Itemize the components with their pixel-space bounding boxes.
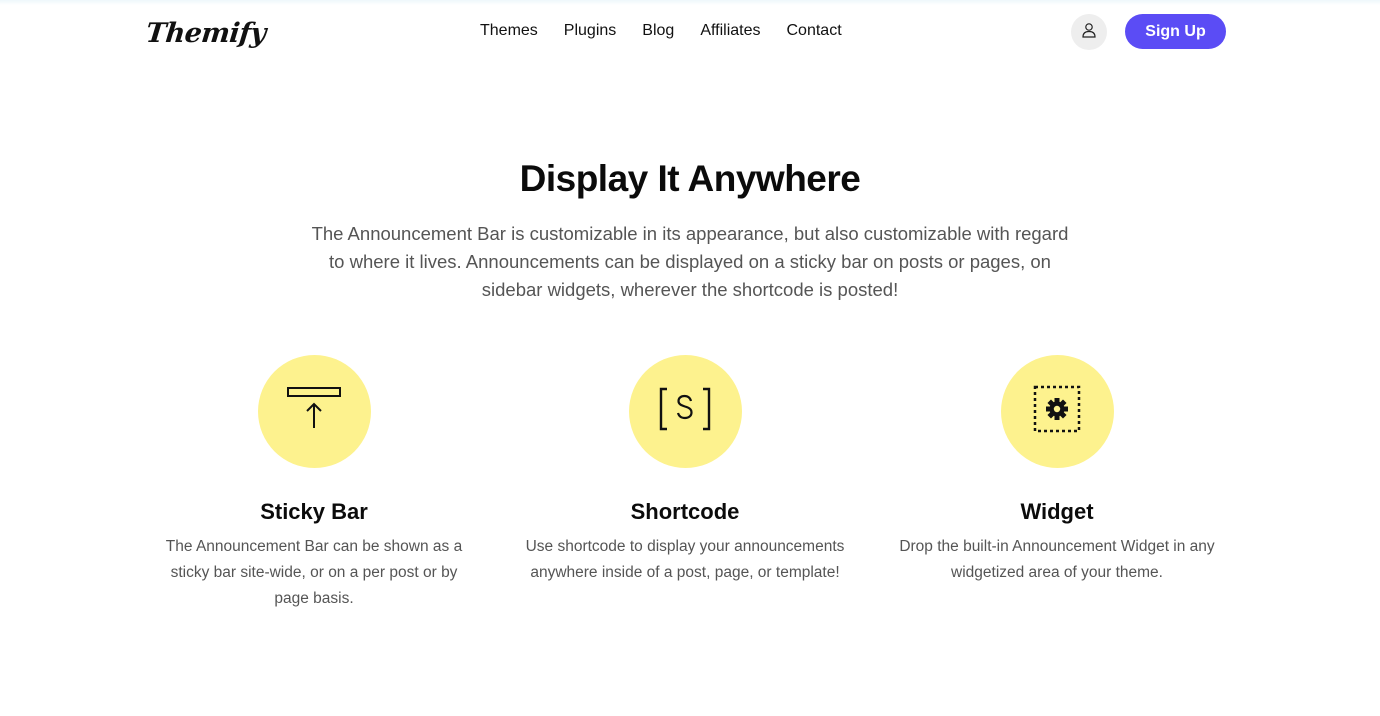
feature-shortcode: Shortcode Use shortcode to display your … xyxy=(515,355,855,586)
feature-title: Widget xyxy=(1020,499,1094,524)
section-title: Display It Anywhere xyxy=(519,158,861,199)
nav-item-contact[interactable]: Contact xyxy=(787,20,842,42)
main-nav: Themes Plugins Blog Affiliates Contact xyxy=(480,20,842,42)
sign-up-button[interactable]: Sign Up xyxy=(1125,14,1226,49)
sticky-bar-icon xyxy=(286,386,342,437)
user-icon xyxy=(1081,22,1097,43)
feature-title: Sticky Bar xyxy=(260,499,368,524)
feature-title: Shortcode xyxy=(630,499,740,524)
account-button[interactable] xyxy=(1071,14,1107,50)
feature-widget: Widget Drop the built-in Announcement Wi… xyxy=(887,355,1227,586)
nav-item-plugins[interactable]: Plugins xyxy=(564,20,616,42)
feature-icon-circle xyxy=(628,355,742,468)
shortcode-icon xyxy=(657,386,713,437)
themify-logo[interactable]: Themify xyxy=(144,17,267,51)
site-header: Themify Themes Plugins Blog Affiliates C… xyxy=(0,0,1380,62)
feature-sticky-bar: Sticky Bar The Announcement Bar can be s… xyxy=(144,355,484,612)
widget-icon xyxy=(1032,384,1082,439)
feature-icon-circle xyxy=(1000,355,1114,468)
section-description: The Announcement Bar is customizable in … xyxy=(311,223,1069,300)
nav-item-affiliates[interactable]: Affiliates xyxy=(700,20,760,42)
feature-text: Drop the built-in Announcement Widget in… xyxy=(899,538,1215,581)
feature-icon-circle xyxy=(257,355,371,468)
feature-text: The Announcement Bar can be shown as a s… xyxy=(165,538,463,607)
feature-text: Use shortcode to display your announceme… xyxy=(525,538,845,581)
nav-item-blog[interactable]: Blog xyxy=(642,20,674,42)
nav-item-themes[interactable]: Themes xyxy=(480,20,538,42)
